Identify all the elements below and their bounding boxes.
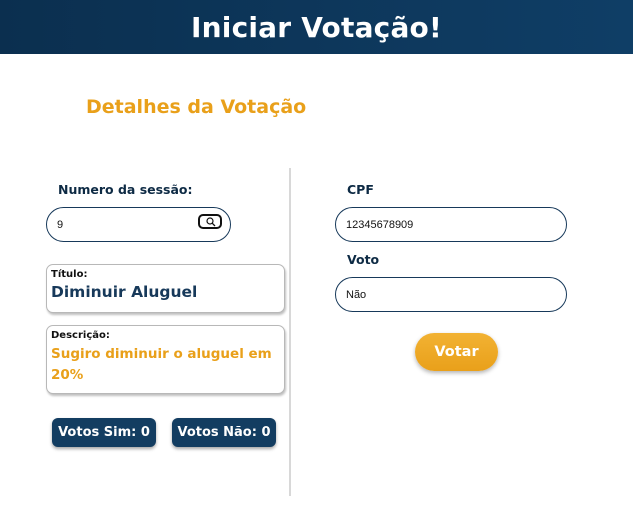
title-label: Título:: [51, 269, 88, 280]
session-number-label: Numero da sessão:: [58, 182, 193, 197]
title-box: Título: Diminuir Aluguel: [46, 264, 285, 313]
description-value: Sugiro diminuir o aluguel em 20%: [51, 346, 272, 383]
description-box: Descrição: Sugiro diminuir o aluguel em …: [46, 325, 285, 394]
votes-yes-badge: Votos Sim: 0: [52, 418, 156, 447]
search-icon[interactable]: [198, 214, 222, 229]
section-title: Detalhes da Votação: [86, 96, 307, 118]
page-title: Iniciar Votação!: [191, 10, 442, 44]
header-bar: Iniciar Votação!: [0, 0, 633, 54]
votes-no-badge: Votos Não: 0: [172, 418, 276, 447]
vote-label: Voto: [347, 252, 380, 267]
cpf-input[interactable]: [335, 207, 567, 242]
title-value: Diminuir Aluguel: [51, 283, 198, 301]
vote-button[interactable]: Votar: [415, 333, 498, 371]
vote-input[interactable]: [335, 277, 567, 312]
page: Iniciar Votação! Detalhes da Votação Num…: [0, 0, 633, 508]
cpf-label: CPF: [347, 182, 374, 197]
description-label: Descrição:: [51, 330, 110, 341]
column-divider: [289, 168, 291, 496]
